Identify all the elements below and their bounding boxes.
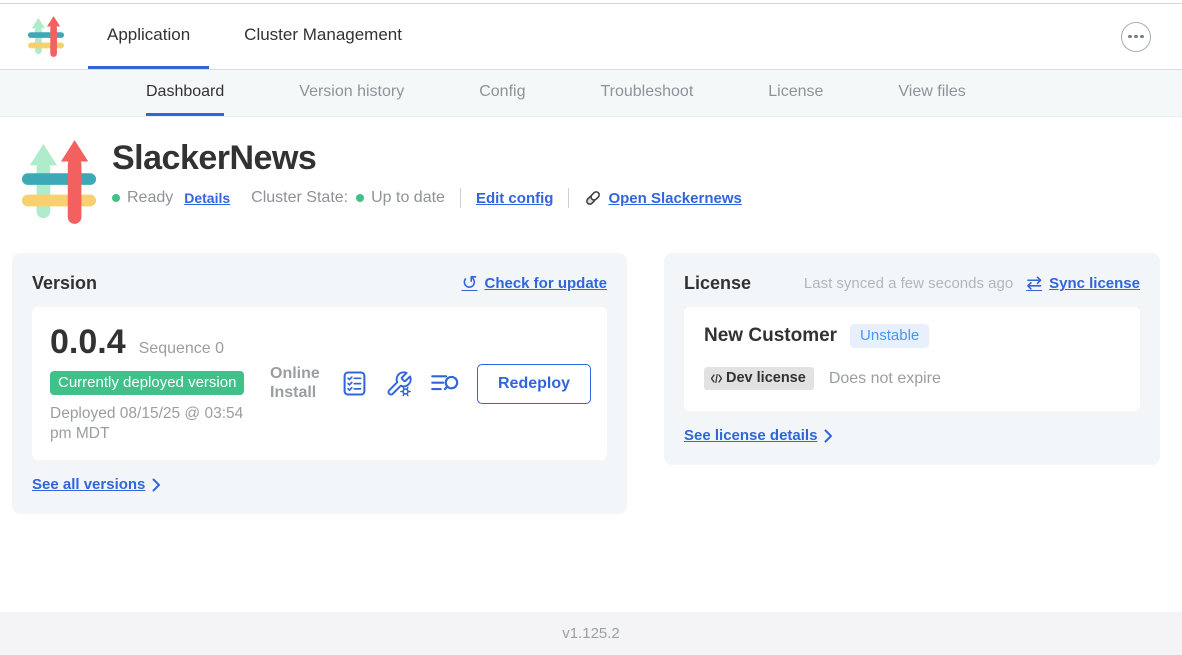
version-number: 0.0.4 (50, 323, 126, 362)
current-version-panel: 0.0.4 Sequence 0 Currently deployed vers… (32, 307, 607, 460)
tab-troubleshoot-label: Troubleshoot (600, 83, 693, 101)
sync-license-label: Sync license (1049, 275, 1140, 292)
footer: v1.125.2 (0, 612, 1182, 655)
license-type-row: Dev license Does not expire (704, 367, 1120, 390)
see-license-details-link[interactable]: See license details (684, 427, 833, 444)
tab-application-label: Application (107, 25, 190, 45)
license-card-header: License Last synced a few seconds ago ⇄ … (684, 273, 1140, 294)
version-info: 0.0.4 Sequence 0 Currently deployed vers… (50, 323, 268, 444)
tab-dashboard-label: Dashboard (146, 83, 224, 101)
sync-arrows-icon: ⇄ (1026, 274, 1042, 293)
customer-row: New Customer Unstable (704, 324, 1120, 348)
view-logs-icon[interactable] (430, 371, 460, 396)
version-actions: Online Install (270, 364, 591, 404)
tab-license-label: License (768, 83, 823, 101)
channel-badge: Unstable (850, 324, 929, 348)
dashboard-cards: Version ↺ Check for update 0.0.4 Sequenc… (12, 253, 1160, 514)
see-all-versions-label: See all versions (32, 476, 145, 493)
deployed-timestamp: Deployed 08/15/25 @ 03:54 pm MDT (50, 404, 262, 444)
details-link[interactable]: Details (184, 190, 230, 206)
admin-console-page: Application Cluster Management Dashboard… (0, 0, 1182, 655)
more-menu-button[interactable] (1121, 22, 1151, 52)
tab-application[interactable]: Application (88, 4, 209, 69)
sequence-label: Sequence 0 (139, 340, 224, 358)
code-icon (710, 373, 723, 384)
version-card-title: Version (32, 273, 97, 294)
redeploy-button[interactable]: Redeploy (477, 364, 591, 404)
install-type-label: Online Install (270, 365, 324, 402)
app-header-text: SlackerNews Ready Details Cluster State:… (112, 129, 742, 227)
app-status-row: Ready Details Cluster State: Up to date … (112, 188, 742, 208)
config-wrench-icon[interactable] (385, 370, 413, 398)
dev-license-label: Dev license (726, 370, 806, 386)
refresh-icon: ↺ (462, 274, 478, 293)
top-navbar: Application Cluster Management (0, 4, 1182, 70)
version-number-row: 0.0.4 Sequence 0 (50, 323, 268, 362)
cluster-state-value: Up to date (371, 189, 445, 207)
tab-troubleshoot[interactable]: Troubleshoot (600, 70, 693, 116)
link-icon (584, 189, 602, 207)
license-card: License Last synced a few seconds ago ⇄ … (664, 253, 1160, 465)
check-for-update-link[interactable]: ↺ Check for update (462, 274, 607, 293)
license-card-footer: See license details (684, 427, 1140, 445)
sync-license-link[interactable]: ⇄ Sync license (1026, 274, 1140, 293)
tab-view-files-label: View files (898, 83, 965, 101)
last-synced-text: Last synced a few seconds ago (804, 275, 1013, 292)
topnav-tabs: Application Cluster Management (88, 4, 437, 69)
tab-cluster-management[interactable]: Cluster Management (225, 4, 421, 69)
version-card-header: Version ↺ Check for update (32, 273, 607, 294)
tab-version-history-label: Version history (299, 83, 404, 101)
topnav-right (1121, 4, 1151, 69)
dev-license-badge: Dev license (704, 367, 814, 390)
tab-version-history[interactable]: Version history (299, 70, 404, 116)
cluster-state-label: Cluster State: (251, 189, 348, 207)
app-logo (20, 137, 98, 227)
tab-dashboard[interactable]: Dashboard (146, 70, 224, 116)
divider (568, 188, 569, 208)
customer-name: New Customer (704, 325, 837, 347)
ready-status-dot (112, 194, 120, 202)
ellipsis-icon (1128, 35, 1132, 39)
expiry-text: Does not expire (829, 370, 941, 388)
preflight-checklist-icon[interactable] (341, 370, 368, 397)
tab-cluster-management-label: Cluster Management (244, 25, 402, 45)
edit-config-link[interactable]: Edit config (476, 190, 554, 207)
divider (460, 188, 461, 208)
tab-view-files[interactable]: View files (898, 70, 965, 116)
open-app-link[interactable]: Open Slackernews (584, 189, 741, 207)
tab-config[interactable]: Config (479, 70, 525, 116)
cluster-status-dot (356, 194, 364, 202)
version-card-footer: See all versions (32, 476, 607, 494)
dashboard-content: SlackerNews Ready Details Cluster State:… (0, 117, 1182, 612)
app-status-text: Ready (127, 189, 173, 207)
page-title: SlackerNews (112, 139, 742, 178)
chevron-right-icon (824, 429, 833, 443)
tab-license[interactable]: License (768, 70, 823, 116)
app-subnav: Dashboard Version history Config Trouble… (0, 70, 1182, 117)
version-card: Version ↺ Check for update 0.0.4 Sequenc… (12, 253, 627, 514)
see-license-details-label: See license details (684, 427, 817, 444)
see-all-versions-link[interactable]: See all versions (32, 476, 161, 493)
chevron-right-icon (152, 478, 161, 492)
license-panel: New Customer Unstable Dev license (684, 307, 1140, 411)
check-for-update-label: Check for update (484, 275, 607, 292)
deployed-badge: Currently deployed version (50, 371, 244, 395)
tab-config-label: Config (479, 83, 525, 101)
console-version: v1.125.2 (562, 625, 620, 642)
license-card-title: License (684, 273, 751, 294)
open-app-label: Open Slackernews (608, 190, 741, 207)
app-header: SlackerNews Ready Details Cluster State:… (20, 129, 1182, 227)
slackernews-logo-icon[interactable] (27, 15, 65, 58)
